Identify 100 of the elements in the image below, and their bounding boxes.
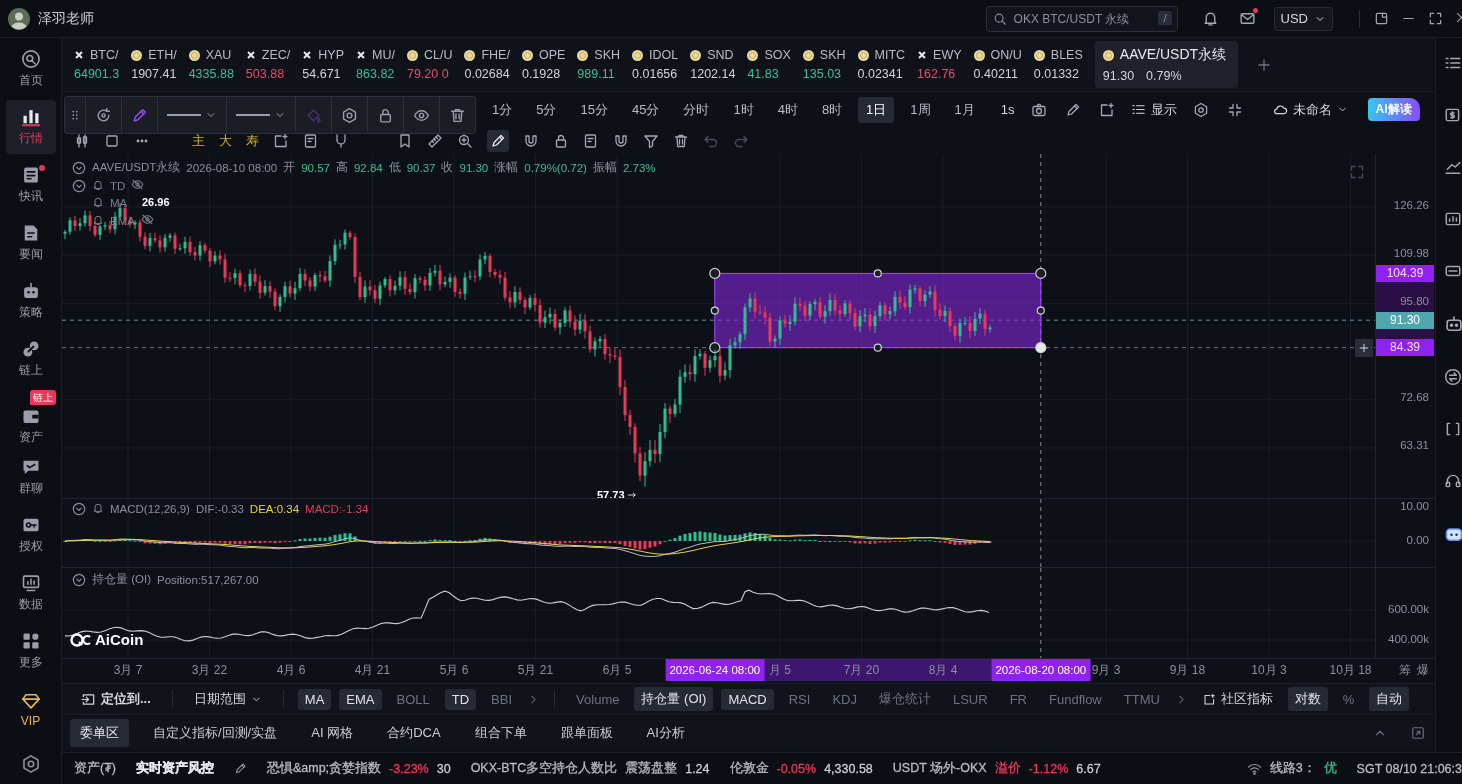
sidebar-item[interactable]: 授权 (5, 508, 56, 562)
timeframe-tab[interactable]: 1月 (946, 96, 983, 123)
indicator-chip[interactable]: EMA (339, 688, 382, 710)
ticker-symbol[interactable]: OPE (538, 48, 566, 62)
community-indicators-button[interactable]: 社区指标 (1195, 687, 1280, 711)
panel-tab[interactable]: AI分析 (636, 719, 695, 747)
tick-mode-button[interactable]: 1s (996, 102, 1019, 117)
timeframe-tab[interactable]: 45分 (623, 96, 668, 123)
field-label: 高 (335, 160, 348, 175)
locate-button[interactable]: 定位到... (74, 687, 158, 711)
ticker-symbol[interactable]: ON/U (990, 48, 1022, 62)
ticker-symbol[interactable]: MITC (874, 48, 906, 62)
ticker-symbol[interactable]: MU/ (372, 48, 395, 62)
panel-tab[interactable]: 委单区 (70, 719, 129, 747)
status-text: 1.24 (685, 761, 710, 776)
indicator-chip[interactable]: TD (444, 688, 477, 710)
tool-glyph[interactable]: 主 (192, 131, 205, 150)
tool-glyph[interactable]: 大 (219, 131, 232, 150)
sidebar-item[interactable]: 更多 (5, 624, 56, 678)
field-value: 2.73% (622, 161, 656, 174)
timeframe-tab[interactable]: 1时 (725, 96, 762, 123)
layout-dropdown[interactable]: 未命名 (1268, 100, 1352, 119)
high-price-label: 26.96 (142, 196, 170, 208)
timeframe-tab[interactable]: 4时 (769, 96, 806, 123)
ticker-symbol[interactable]: SKH (819, 48, 846, 62)
price-label: 63.31 (1400, 439, 1429, 452)
indicator-chip[interactable]: KDJ (825, 688, 864, 710)
indicator-chip[interactable]: LSUR (945, 688, 995, 710)
timeframe-tab[interactable]: 15分 (572, 96, 616, 123)
timeframe-tab[interactable]: 5分 (528, 96, 565, 123)
indicator-chip[interactable]: FR (1002, 688, 1034, 710)
ticker-symbol: AAVE/USDT永续 (1119, 46, 1227, 64)
timeframe-tab[interactable]: 1周 (902, 96, 939, 123)
axis-label: 600.00k (1388, 603, 1429, 615)
sidebar-item[interactable]: 链上 (5, 332, 56, 386)
sidebar-item[interactable]: 策略 (5, 274, 56, 328)
panel-tab[interactable]: 合约DCA (377, 719, 451, 747)
ticker-card[interactable]: AAVE/USDT永续 91.30 0.79% (1094, 41, 1239, 88)
timeframe-tab[interactable]: 1日 (858, 96, 895, 123)
status-text: 实时资产风控 (135, 760, 214, 777)
scale-toggle[interactable]: % (1335, 688, 1362, 710)
ticker-symbol[interactable]: ETH/ (148, 48, 177, 62)
ticker-symbol[interactable]: SKH (594, 48, 621, 62)
timeframe-tab[interactable]: 1分 (484, 96, 521, 123)
ticker-price: 79.20 0 (406, 67, 449, 81)
ticker-symbol[interactable]: IDOL (649, 48, 679, 62)
date-label: 4月 6 (276, 662, 306, 679)
indicator-chip[interactable]: 持仓量 (OI) (634, 687, 714, 711)
sidebar-item[interactable]: 要闻 (5, 216, 56, 270)
indicator-chip[interactable]: MA (297, 688, 332, 710)
currency-dropdown[interactable]: USD (1273, 6, 1333, 31)
panel-tab[interactable]: 组合下单 (464, 719, 537, 747)
panel-tab[interactable]: 跟单面板 (550, 719, 623, 747)
indicator-chip[interactable]: BBI (484, 688, 520, 710)
indicator-label[interactable]: TD (110, 179, 126, 192)
ticker-symbol[interactable]: HYP (318, 48, 345, 62)
ticker-symbol[interactable]: ZEC/ (261, 48, 291, 62)
price-tag: 104.39 (1376, 264, 1434, 282)
indicator-chip[interactable]: RSI (781, 688, 818, 710)
ticker-symbol[interactable]: CL/U (423, 48, 453, 62)
scale-toggle[interactable]: 对数 (1287, 687, 1328, 711)
ticker-symbol[interactable]: EWY (933, 48, 962, 62)
ticker-symbol[interactable]: BTC/ (90, 48, 119, 62)
indicator-chip[interactable]: Volume (569, 688, 627, 710)
timeframe-tab[interactable]: 分时 (675, 96, 718, 123)
panel-tab[interactable]: AI 网格 (301, 719, 364, 747)
sidebar-item[interactable]: 数据 (5, 566, 56, 620)
field-label: 振幅 (592, 160, 617, 175)
axis-toggle[interactable]: 筹 (1399, 661, 1411, 679)
indicator-chip[interactable]: BOLL (389, 688, 437, 710)
date-label: 10月 18 (1329, 662, 1372, 679)
panel-tab[interactable]: 自定义指标/回测/实盘 (143, 719, 288, 747)
sidebar-item[interactable]: 首页 (5, 42, 56, 96)
ticker-symbol[interactable]: FHE/ (481, 48, 510, 62)
indicator-chip[interactable]: Fundflow (1042, 688, 1109, 710)
sidebar-item[interactable]: 资产 (5, 405, 56, 446)
indicator-chip[interactable]: MACD (721, 688, 774, 710)
sidebar-item[interactable]: 快讯 (5, 158, 56, 212)
ticker-price: 0.40211 (973, 67, 1018, 81)
sidebar-item[interactable]: 行情 (5, 100, 56, 154)
tool-glyph[interactable]: 寿 (246, 131, 259, 150)
timeframe-tab[interactable]: 8时 (813, 96, 851, 123)
ticker-symbol[interactable]: BLES (1050, 48, 1083, 62)
indicator-label[interactable]: MA (110, 197, 128, 209)
indicator-chip[interactable]: TTMU (1116, 688, 1167, 710)
sidebar-item[interactable]: 群聊 (5, 450, 56, 504)
indicator-label[interactable]: MACD(12,26,9) (110, 503, 190, 515)
scale-toggle[interactable]: 自动 (1369, 687, 1410, 711)
display-button[interactable]: 显示 (1126, 100, 1181, 119)
indicator-chip[interactable]: 爆仓统计 (871, 687, 938, 711)
ticker-symbol[interactable]: SND (707, 48, 734, 62)
date-label: 月 5 (769, 662, 791, 679)
date-range-dropdown[interactable]: 日期范围 (186, 687, 269, 711)
indicator-label[interactable]: 持仓量 (OI) (92, 572, 151, 587)
ticker-symbol[interactable]: XAU (205, 48, 232, 62)
field-label: 涨幅 (494, 160, 519, 175)
status-text: 30 (436, 761, 451, 776)
ticker-symbol[interactable]: SOX (764, 48, 791, 62)
sidebar-item[interactable]: VIP (5, 682, 56, 736)
axis-toggle[interactable]: 爆 (1417, 661, 1429, 679)
